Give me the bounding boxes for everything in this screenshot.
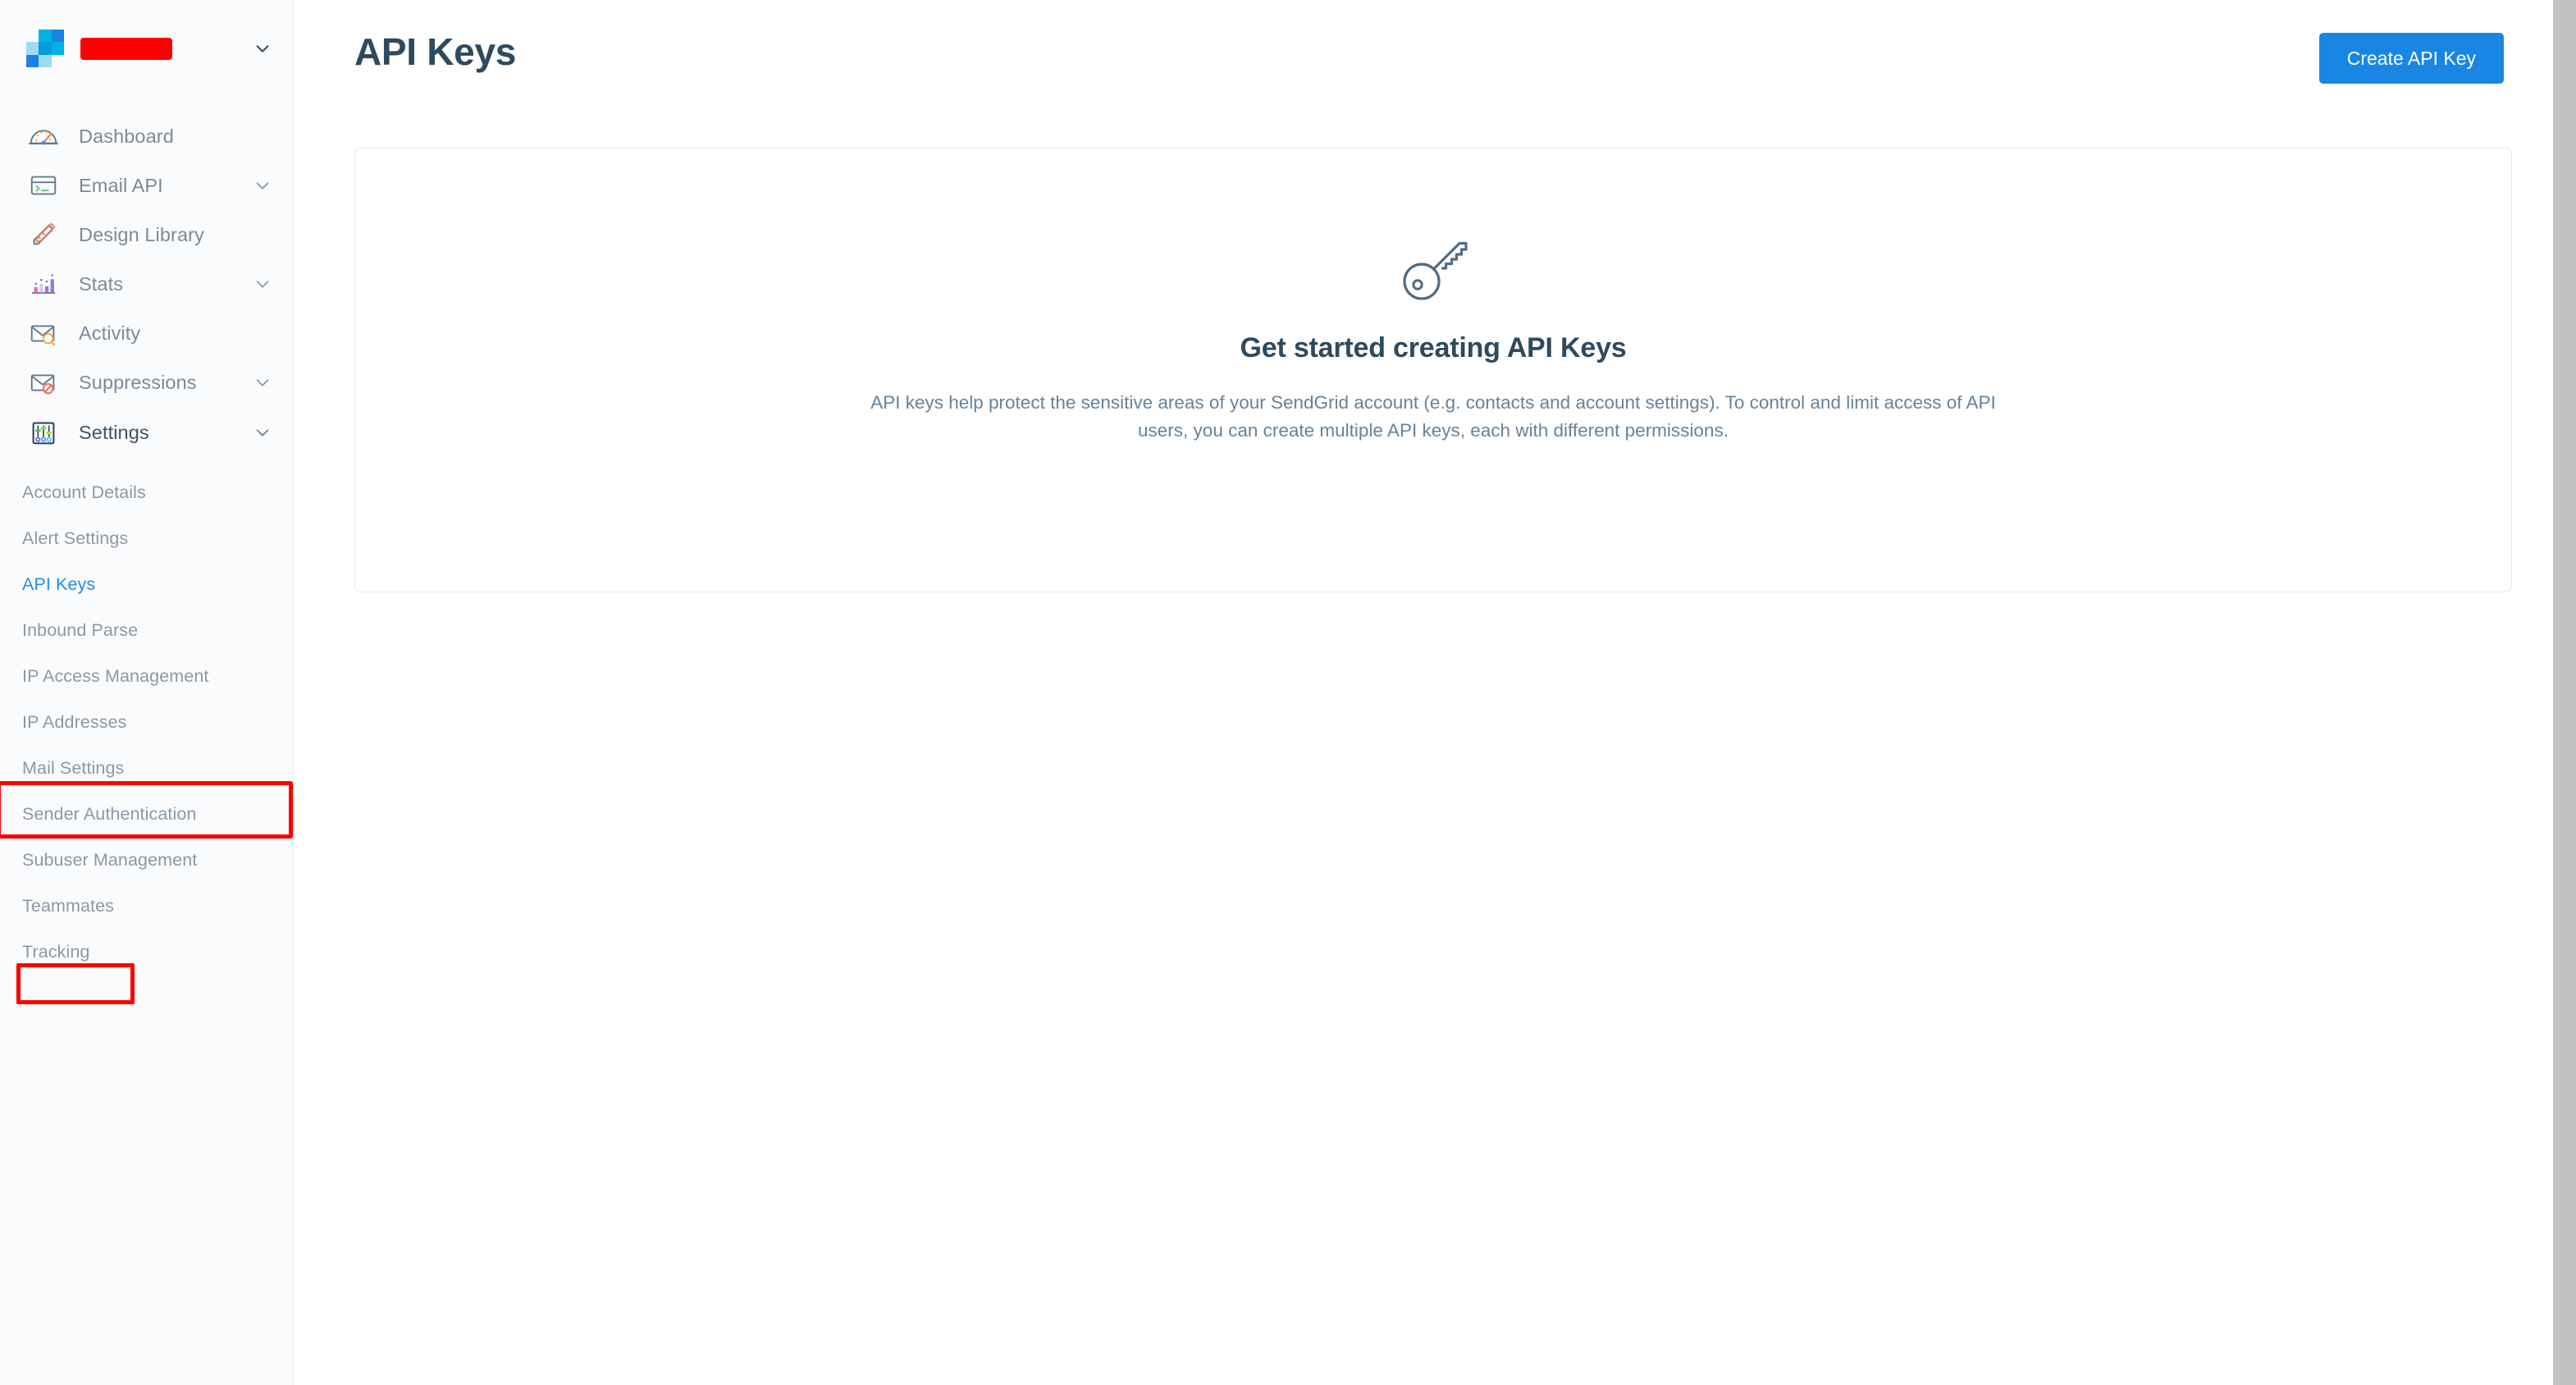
bar-chart-icon xyxy=(26,267,61,301)
sidebar-item-inbound-parse[interactable]: Inbound Parse xyxy=(0,607,293,653)
envelope-search-icon xyxy=(26,316,61,350)
sidebar-item-tracking[interactable]: Tracking xyxy=(0,929,293,975)
api-keys-empty-state-card: Get started creating API Keys API keys h… xyxy=(354,148,2512,592)
sidebar-item-design-library[interactable]: Design Library xyxy=(0,210,293,259)
sidebar: Dashboard Email API Design Library Stats… xyxy=(0,0,294,1385)
primary-navigation: Dashboard Email API Design Library Stats… xyxy=(0,97,293,458)
sendgrid-logo-icon xyxy=(26,30,64,67)
main-content: API Keys Create API Key Get started crea… xyxy=(294,0,2576,1385)
chevron-down-icon[interactable] xyxy=(253,176,272,194)
sidebar-item-dashboard[interactable]: Dashboard xyxy=(0,112,293,161)
sidebar-item-account-details[interactable]: Account Details xyxy=(0,469,293,515)
sliders-icon xyxy=(26,415,61,450)
sidebar-item-subuser-management[interactable]: Subuser Management xyxy=(0,837,293,883)
sidebar-item-ip-addresses[interactable]: IP Addresses xyxy=(0,699,293,745)
sidebar-item-label: Suppressions xyxy=(79,371,197,393)
sidebar-item-label: Design Library xyxy=(79,223,204,245)
sidebar-item-label: Stats xyxy=(79,272,124,295)
app-root: Dashboard Email API Design Library Stats… xyxy=(0,0,2576,1385)
sidebar-item-activity[interactable]: Activity xyxy=(0,309,293,358)
account-name-redacted xyxy=(80,37,172,60)
sidebar-item-sender-authentication[interactable]: Sender Authentication xyxy=(0,791,293,837)
page-scrollbar-thumb[interactable] xyxy=(2553,0,2576,1385)
sidebar-item-suppressions[interactable]: Suppressions xyxy=(0,358,293,407)
sidebar-item-email-api[interactable]: Email API xyxy=(0,161,293,210)
create-api-key-button[interactable]: Create API Key xyxy=(2318,33,2504,84)
terminal-window-icon xyxy=(26,168,61,203)
page-header: API Keys Create API Key xyxy=(294,0,2576,112)
chevron-down-icon[interactable] xyxy=(253,423,272,441)
key-icon xyxy=(1395,234,1471,304)
sidebar-item-label: Email API xyxy=(79,174,163,196)
sidebar-item-label: Settings xyxy=(79,421,149,443)
speedometer-icon xyxy=(26,119,61,153)
chevron-down-icon[interactable] xyxy=(253,275,272,293)
sidebar-item-api-keys[interactable]: API Keys xyxy=(0,561,293,607)
empty-state-heading: Get started creating API Keys xyxy=(1240,332,1627,363)
sidebar-item-alert-settings[interactable]: Alert Settings xyxy=(0,515,293,561)
chevron-down-icon[interactable] xyxy=(253,373,272,391)
settings-subnavigation: Account Details Alert Settings API Keys … xyxy=(0,458,293,975)
chevron-down-icon[interactable] xyxy=(253,39,272,57)
empty-state-description: API keys help protect the sensitive area… xyxy=(870,392,1996,441)
sidebar-item-teammates[interactable]: Teammates xyxy=(0,883,293,929)
page-scrollbar[interactable] xyxy=(2553,0,2576,1385)
sidebar-item-label: Dashboard xyxy=(79,125,174,147)
page-title: API Keys xyxy=(354,30,517,73)
envelope-blocked-icon xyxy=(26,365,61,400)
ruler-pencil-icon xyxy=(26,217,61,252)
brand-row[interactable] xyxy=(0,0,293,97)
sidebar-item-mail-settings[interactable]: Mail Settings xyxy=(0,745,293,791)
sidebar-item-settings[interactable]: Settings xyxy=(0,407,293,458)
sidebar-item-stats[interactable]: Stats xyxy=(0,259,293,309)
sidebar-item-label: Activity xyxy=(79,322,141,344)
sidebar-item-ip-access-management[interactable]: IP Access Management xyxy=(0,653,293,699)
